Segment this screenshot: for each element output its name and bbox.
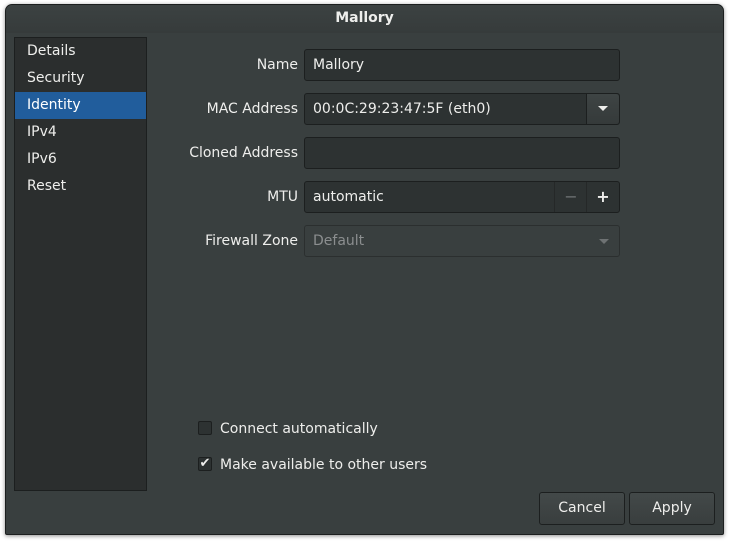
sidebar-item-ipv4[interactable]: IPv4 — [15, 119, 146, 146]
connection-dialog: Mallory Details Security Identity IPv4 I… — [5, 4, 724, 535]
window-title: Mallory — [6, 5, 723, 33]
mac-address-label: MAC Address — [206, 101, 298, 117]
mac-address-value: 00:0C:29:23:47:5F (eth0) — [313, 101, 491, 117]
name-field[interactable]: Mallory — [304, 49, 620, 81]
connect-automatically-checkbox[interactable] — [198, 421, 212, 435]
firewall-zone-combo[interactable]: Default — [304, 225, 620, 257]
mtu-spinbutton[interactable]: automatic − + — [304, 181, 620, 213]
connect-automatically-label: Connect automatically — [220, 421, 378, 437]
name-label: Name — [256, 57, 298, 73]
mtu-increment-button[interactable]: + — [586, 182, 619, 212]
firewall-zone-label: Firewall Zone — [205, 233, 298, 249]
apply-button[interactable]: Apply — [629, 492, 715, 525]
make-available-label: Make available to other users — [220, 457, 428, 473]
mtu-label: MTU — [267, 189, 298, 205]
cloned-address-label: Cloned Address — [189, 145, 298, 161]
mtu-value: automatic — [313, 189, 384, 205]
chevron-down-icon — [598, 106, 608, 111]
mac-address-dropdown-button[interactable] — [586, 94, 619, 124]
cancel-button[interactable]: Cancel — [539, 492, 625, 525]
chevron-down-icon — [599, 239, 609, 244]
mac-address-combo[interactable]: 00:0C:29:23:47:5F (eth0) — [304, 93, 620, 125]
make-available-checkbox[interactable]: ✔ — [198, 457, 212, 471]
cloned-address-field[interactable] — [304, 137, 620, 169]
firewall-zone-value: Default — [313, 233, 365, 249]
mtu-decrement-button[interactable]: − — [554, 182, 587, 212]
